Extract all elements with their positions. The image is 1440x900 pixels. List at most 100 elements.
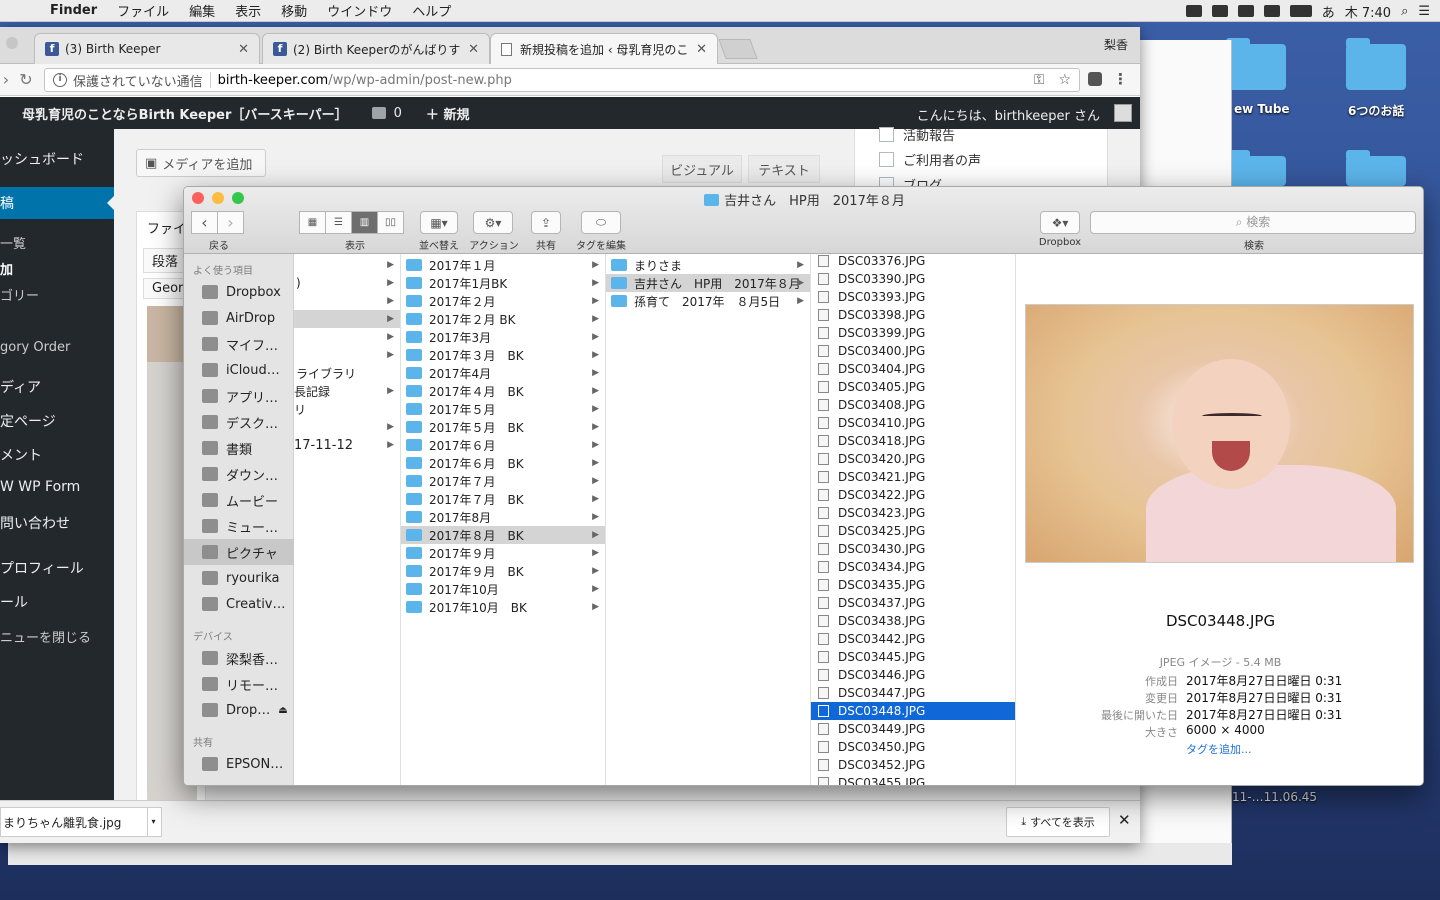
list-item-selected[interactable]: ▶ — [294, 310, 400, 328]
forward-button[interactable]: › — [217, 211, 244, 234]
file-item[interactable]: DSC03438.JPG — [811, 612, 1015, 630]
new-content-link[interactable]: ＋ 新規 — [426, 104, 470, 123]
folder-item[interactable]: 2017年３月 BK ▶ — [401, 346, 605, 364]
browser-tab-active[interactable]: 新規投稿を追加 ‹ 母乳育児のことな ✕ — [490, 33, 718, 65]
category-item[interactable]: 活動報告 — [879, 125, 955, 144]
share-button[interactable]: ⇪ — [531, 211, 561, 234]
folder-item[interactable]: 2017年10月 BK ▶ — [401, 598, 605, 616]
menu-view[interactable]: 表示 — [225, 1, 271, 20]
tab-text[interactable]: テキスト — [748, 155, 820, 183]
file-item[interactable]: DSC03390.JPG — [811, 270, 1015, 288]
sidebar-item-airdrop[interactable]: AirDrop — [184, 305, 294, 331]
sidebar-item-device[interactable]: 梁梨香… — [184, 645, 294, 671]
folder-item[interactable]: 孫育て 2017年 ８月5日 ▶ — [606, 292, 810, 310]
file-item[interactable]: DSC03410.JPG — [811, 414, 1015, 432]
folder-item[interactable]: 2017年７月 BK ▶ — [401, 490, 605, 508]
file-item[interactable]: DSC03434.JPG — [811, 558, 1015, 576]
file-item[interactable]: DSC03430.JPG — [811, 540, 1015, 558]
avatar[interactable] — [1114, 104, 1132, 122]
menu-window[interactable]: ウインドウ — [317, 1, 402, 20]
add-media-button[interactable]: ▣ メディアを追加 — [136, 149, 266, 177]
checkbox[interactable] — [879, 152, 894, 167]
new-tab-button[interactable] — [718, 39, 758, 59]
desktop-folder-icon[interactable] — [1346, 38, 1406, 90]
list-item[interactable]: ライブラリ — [294, 364, 400, 382]
file-item[interactable]: DSC03376.JPG — [811, 254, 1015, 270]
site-name[interactable]: 母乳育児のことならBirth Keeper［バースキーパー］ — [22, 104, 348, 123]
sidebar-item-posts-current[interactable] — [0, 187, 114, 219]
folder-item[interactable]: 2017年２月 ▶ — [401, 292, 605, 310]
download-menu-icon[interactable]: ▾ — [147, 808, 159, 836]
format-select[interactable]: 段落 — [143, 248, 188, 273]
file-item[interactable]: DSC03449.JPG — [811, 720, 1015, 738]
address-bar[interactable]: i 保護されていない通信 birth-keeper.com /wp/wp-adm… — [44, 68, 1080, 92]
sidebar-item-profile[interactable]: プロフィール — [0, 558, 84, 578]
action-button[interactable]: ⚙▾ — [473, 211, 513, 234]
wifi-icon[interactable] — [1263, 5, 1280, 17]
list-view-button[interactable]: ☰ — [325, 211, 352, 234]
list-item[interactable]: 長記録 ▶ — [294, 382, 400, 400]
sidebar-item-desktop[interactable]: デスク… — [184, 409, 294, 435]
menu-go[interactable]: 移動 — [271, 1, 317, 20]
folder-item-selected[interactable]: 吉井さん HP用 2017年８月 ▶ — [606, 274, 810, 292]
sidebar-item-movies[interactable]: ムービー — [184, 487, 294, 513]
folder-item[interactable]: 2017年3月 ▶ — [401, 328, 605, 346]
desktop-folder-icon[interactable] — [1226, 150, 1286, 186]
folder-item[interactable]: 2017年１月 ▶ — [401, 256, 605, 274]
file-item[interactable]: DSC03400.JPG — [811, 342, 1015, 360]
input-method[interactable]: あ — [1322, 2, 1335, 21]
folder-item-selected[interactable]: 2017年８月 BK ▶ — [401, 526, 605, 544]
folder-item[interactable]: 2017年５月 ▶ — [401, 400, 605, 418]
sidebar-item-media[interactable]: ディア — [0, 377, 41, 397]
list-item[interactable]: ) ▶ — [294, 274, 400, 292]
browser-tab[interactable]: f (2) Birth Keeperのがんばりすぎ ✕ — [262, 33, 490, 64]
chrome-menu-icon[interactable]: ⋮ — [1113, 70, 1128, 88]
dropbox-status-icon[interactable] — [1185, 5, 1202, 17]
file-item[interactable]: DSC03399.JPG — [811, 324, 1015, 342]
bookmark-star-icon[interactable]: ☆ — [1058, 72, 1071, 88]
folder-item[interactable]: 2017年1月BK ▶ — [401, 274, 605, 292]
sidebar-item-posts[interactable]: 稿 — [0, 193, 14, 213]
comments-link[interactable]: 0 — [371, 106, 402, 121]
tab-close-icon[interactable]: ✕ — [468, 42, 479, 57]
eject-icon[interactable]: ⏏ — [278, 705, 287, 716]
file-item[interactable]: DSC03435.JPG — [811, 576, 1015, 594]
sidebar-item-dropbox[interactable]: Dropbox — [184, 279, 294, 305]
profile-name[interactable]: 梨香 — [1104, 36, 1128, 53]
clock[interactable]: 木 7:40 — [1345, 2, 1391, 21]
file-item[interactable]: DSC03422.JPG — [811, 486, 1015, 504]
sidebar-item-my-files[interactable]: マイフ… — [184, 331, 294, 357]
sidebar-item-icloud[interactable]: iCloud… — [184, 357, 294, 383]
menu-edit[interactable]: 編集 — [179, 1, 225, 20]
file-item[interactable]: DSC03452.JPG — [811, 756, 1015, 774]
sidebar-item-dashboard[interactable]: ッシュボード — [0, 149, 84, 169]
sidebar-sub-add-new[interactable]: 加 — [0, 259, 13, 278]
notification-center-icon[interactable]: ☰ — [1418, 4, 1430, 19]
back-button[interactable]: ‹ — [191, 211, 218, 234]
folder-item[interactable]: まりさま ▶ — [606, 256, 810, 274]
search-field[interactable]: ⌕ 検索 — [1090, 211, 1416, 234]
folder-item[interactable]: 2017年２月 BK ▶ — [401, 310, 605, 328]
tab-close-icon[interactable]: ✕ — [696, 42, 707, 57]
gallery-view-button[interactable]: ▯▯ — [377, 211, 404, 234]
folder-item[interactable]: 2017年8月 ▶ — [401, 508, 605, 526]
window-close-button[interactable] — [6, 37, 18, 49]
file-item[interactable]: DSC03423.JPG — [811, 504, 1015, 522]
sidebar-item-contact[interactable]: 問い合わせ — [0, 513, 70, 533]
show-all-downloads-button[interactable]: ⤓ すべてを表示 — [1006, 807, 1110, 837]
evernote-icon[interactable] — [1211, 5, 1228, 17]
menu-file[interactable]: ファイル — [107, 1, 179, 20]
list-item[interactable]: 17-11-12 ▶ — [294, 436, 400, 454]
file-item[interactable]: DSC03408.JPG — [811, 396, 1015, 414]
tab-visual[interactable]: ビジュアル — [662, 155, 742, 183]
folder-item[interactable]: 2017年４月 BK ▶ — [401, 382, 605, 400]
tab-close-icon[interactable]: ✕ — [238, 42, 249, 57]
list-item[interactable]: ▶ — [294, 418, 400, 436]
file-item[interactable]: DSC03437.JPG — [811, 594, 1015, 612]
file-item[interactable]: DSC03442.JPG — [811, 630, 1015, 648]
folder-item[interactable]: 2017年９月 BK ▶ — [401, 562, 605, 580]
sidebar-sub-category-order[interactable]: gory Order — [0, 340, 70, 355]
key-icon[interactable]: ⚿ — [1034, 72, 1045, 88]
reload-icon[interactable]: ↻ — [16, 70, 36, 89]
file-item[interactable]: DSC03425.JPG — [811, 522, 1015, 540]
